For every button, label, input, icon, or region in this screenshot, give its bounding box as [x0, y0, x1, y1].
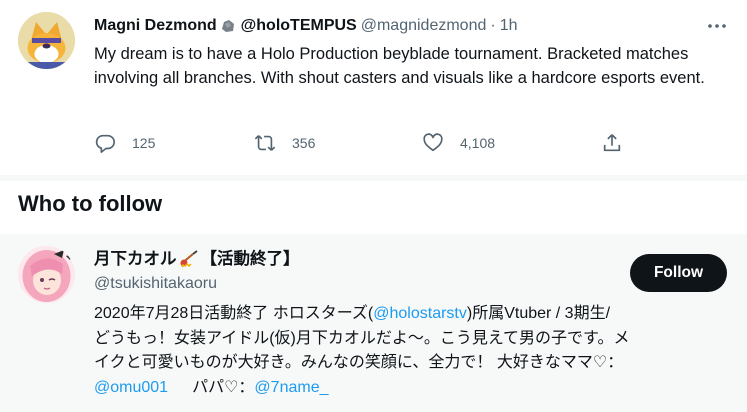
tweet-header: Magni Dezmond @holoTEMPUS @magnidezmond …	[94, 16, 517, 36]
tweet-text: My dream is to have a Holo Production be…	[94, 45, 705, 87]
author-avatar[interactable]	[18, 12, 75, 69]
follow-button[interactable]: Follow	[630, 254, 727, 292]
bio-link-7name[interactable]: @7name_	[254, 379, 328, 396]
rock-badge-icon	[219, 17, 237, 35]
bio-line-1-a: 2020年7月28日活動終了 ホロスターズ(	[94, 305, 374, 322]
suggested-user-name[interactable]: 月下カオル 【活動終了】	[94, 248, 300, 270]
retweet-count: 356	[292, 135, 316, 151]
share-icon	[603, 134, 621, 152]
like-icon	[423, 133, 443, 152]
suggested-user-name-part2: 【活動終了】	[200, 250, 300, 268]
author-username[interactable]: @magnidezmond	[361, 16, 487, 36]
reply-icon	[95, 134, 115, 153]
like-count: 4,108	[460, 135, 496, 151]
bio-papa-label: パパ♡：	[192, 378, 255, 396]
tweet-time[interactable]: 1h	[500, 16, 518, 36]
suggested-user-name-part1: 月下カオル	[94, 250, 177, 268]
who-to-follow-title: Who to follow	[18, 191, 163, 216]
retweet-icon	[254, 135, 276, 151]
share-button[interactable]	[601, 132, 639, 154]
author-name[interactable]: Magni Dezmond	[94, 16, 217, 36]
bio-line-1-b: )所属Vtuber / 3期生/	[466, 305, 611, 322]
suggested-user-bio: 2020年7月28日活動終了 ホロスターズ(@holostarstv)所属Vtu…	[94, 302, 734, 400]
follow-suggestion-card[interactable]: 月下カオル 【活動終了】 @tsukishitakaoru Follow 202…	[0, 234, 747, 412]
reply-button[interactable]: 125	[94, 132, 155, 154]
section-separator	[0, 175, 747, 181]
bio-link-holostarstv[interactable]: @holostarstv	[373, 305, 467, 322]
bio-link-omu001[interactable]: @omu001	[94, 379, 168, 396]
suggested-user-handle[interactable]: @tsukishitakaoru	[94, 274, 217, 294]
bio-line-4: @omu001 パパ♡：@7name_	[94, 376, 734, 401]
like-button[interactable]: 4,108	[422, 132, 495, 154]
meta-separator: ·	[490, 17, 496, 34]
bio-line-2: どうもっ！女装アイドル(仮)月下カオルだよ〜。こう見えて男の子です。メ	[94, 329, 630, 347]
more-icon[interactable]	[705, 14, 729, 38]
bio-line-3: イクと可愛いものが大好き。みんなの笑顔に、全力で！ 大好きなママ♡：	[94, 354, 624, 371]
suggested-user-avatar[interactable]	[18, 246, 75, 303]
author-display-handle[interactable]: @holoTEMPUS	[241, 16, 357, 36]
tweet[interactable]: Magni Dezmond @holoTEMPUS @magnidezmond …	[0, 0, 747, 175]
reply-count: 125	[132, 135, 156, 151]
tweet-actions: 125 356 4,108	[94, 132, 634, 158]
guitar-emoji-icon	[179, 250, 199, 268]
bio-line-1: 2020年7月28日活動終了 ホロスターズ(@holostarstv)所属Vtu…	[94, 302, 734, 327]
retweet-button[interactable]: 356	[254, 132, 315, 154]
